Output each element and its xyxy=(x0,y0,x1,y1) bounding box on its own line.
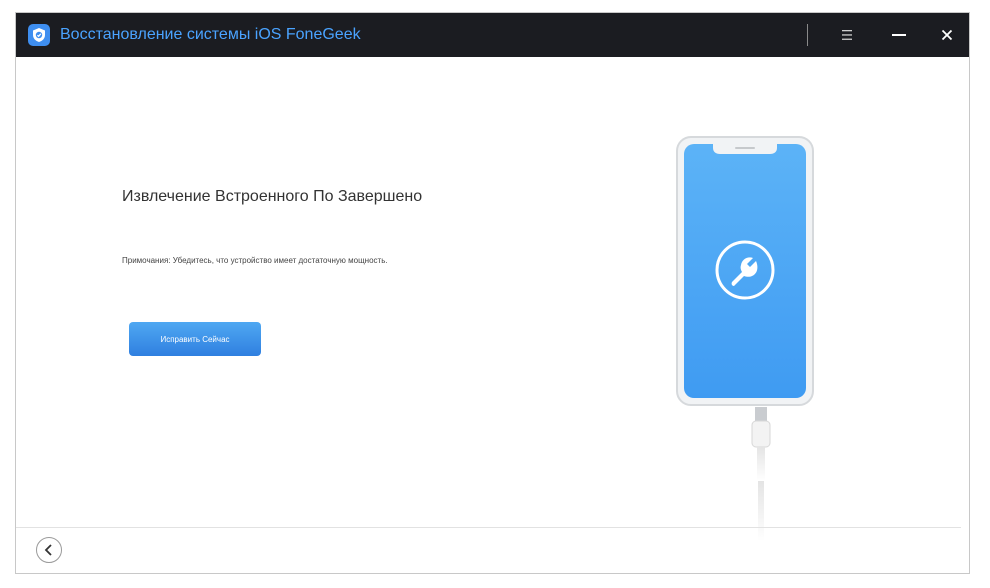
minimize-icon xyxy=(892,34,906,36)
phone-illustration xyxy=(661,135,831,555)
app-logo-icon xyxy=(28,24,50,46)
close-icon xyxy=(941,29,953,41)
footer-divider xyxy=(16,527,961,528)
fix-now-button[interactable]: Исправить Сейчас xyxy=(129,322,261,356)
menu-button[interactable] xyxy=(832,20,862,50)
minimize-button[interactable] xyxy=(884,20,914,50)
main-content: Извлечение Встроенного По Завершено Прим… xyxy=(16,57,969,541)
app-title: Восстановление системы iOS FoneGeek xyxy=(60,26,361,43)
chevron-left-icon xyxy=(44,544,52,556)
hamburger-menu-icon xyxy=(842,30,852,40)
close-button[interactable] xyxy=(932,20,962,50)
app-window: Восстановление системы iOS FoneGeek Извл… xyxy=(15,12,970,574)
charging-cable xyxy=(751,407,771,541)
power-note: Примочания: Убедитесь, что устройство им… xyxy=(122,256,388,265)
fix-now-button-label: Исправить Сейчас xyxy=(160,334,230,344)
titlebar-divider xyxy=(807,24,808,46)
title-bar: Восстановление системы iOS FoneGeek xyxy=(16,13,969,57)
page-headline: Извлечение Встроенного По Завершено xyxy=(122,188,423,205)
back-button[interactable] xyxy=(36,537,62,563)
